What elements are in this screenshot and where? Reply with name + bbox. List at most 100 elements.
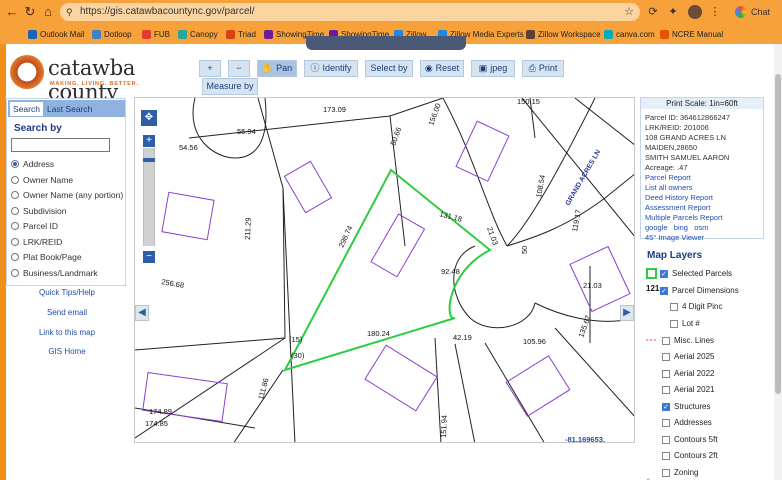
bookmark-item[interactable]: NCRE Manual bbox=[660, 27, 723, 42]
layer-checkbox[interactable] bbox=[660, 285, 668, 299]
map-canvas[interactable]: 173.09 156.00 50.66 55.94 54.56 108.54 1… bbox=[134, 97, 635, 443]
layer-checkbox[interactable] bbox=[670, 303, 678, 311]
layer-aerial-2025[interactable]: Aerial 2025 bbox=[662, 350, 714, 364]
image-viewer-link[interactable]: 45° Image Viewer bbox=[645, 233, 704, 242]
assessment-report-link[interactable]: Assessment Report bbox=[645, 203, 710, 212]
layer-checkbox[interactable] bbox=[662, 401, 670, 415]
radio-selected[interactable] bbox=[11, 160, 19, 168]
zoom-in-button[interactable]: + bbox=[199, 60, 221, 77]
radio[interactable] bbox=[11, 269, 19, 277]
pan-button[interactable]: ✋ Pan bbox=[257, 60, 297, 77]
search-option-subdivision[interactable]: Subdivision bbox=[11, 205, 66, 218]
dimension-labels: 173.09 156.00 50.66 55.94 54.56 108.54 1… bbox=[145, 98, 602, 438]
parcel-map[interactable]: 173.09 156.00 50.66 55.94 54.56 108.54 1… bbox=[135, 98, 635, 443]
map-zoom-in[interactable]: + bbox=[143, 135, 155, 147]
identify-button[interactable]: ⓘ Identify bbox=[304, 60, 358, 77]
page-scrollbar[interactable] bbox=[774, 44, 782, 480]
bookmark-item[interactable]: Dotloop bbox=[92, 27, 132, 42]
layer-contours-5ft[interactable]: Contours 5ft bbox=[662, 433, 718, 447]
layer-checkbox[interactable] bbox=[662, 337, 670, 345]
gis-home-link[interactable]: GIS Home bbox=[6, 347, 128, 356]
layer-checkbox[interactable] bbox=[662, 436, 670, 444]
radio[interactable] bbox=[11, 191, 19, 199]
layer-zoning[interactable]: Zoning bbox=[662, 466, 698, 480]
layer-checkbox[interactable] bbox=[662, 353, 670, 361]
radio[interactable] bbox=[11, 207, 19, 215]
tab-search[interactable]: Search bbox=[10, 102, 43, 116]
zoom-slider[interactable] bbox=[143, 148, 155, 246]
extensions-puzzle-icon[interactable]: ✦ bbox=[666, 5, 680, 19]
deed-history-link[interactable]: Deed History Report bbox=[645, 193, 713, 202]
bookmark-item[interactable]: Canopy bbox=[178, 27, 218, 42]
layer-checkbox[interactable] bbox=[662, 452, 670, 460]
parcel-city: MAIDEN,28650 bbox=[645, 143, 698, 152]
extension-icon[interactable]: ⟳ bbox=[646, 5, 660, 19]
bookmark-star-icon[interactable]: ☆ bbox=[624, 3, 634, 21]
site-info-icon[interactable]: ⚲ bbox=[66, 3, 73, 21]
radio[interactable] bbox=[11, 238, 19, 246]
menu-icon[interactable]: ⋮ bbox=[708, 5, 722, 19]
parcel-report-link[interactable]: Parcel Report bbox=[645, 173, 691, 182]
layer-checkbox[interactable] bbox=[670, 320, 678, 328]
link-to-map-link[interactable]: Link to this map bbox=[6, 328, 128, 337]
bookmark-item[interactable]: Outlook Mail bbox=[28, 27, 84, 42]
layer-misc-lines[interactable]: Misc. Lines bbox=[662, 334, 714, 348]
layer-selected-parcels[interactable]: Selected Parcels bbox=[660, 267, 732, 282]
layer-parcel-dimensions[interactable]: Parcel Dimensions bbox=[660, 284, 739, 299]
search-option-parcel-id[interactable]: Parcel ID bbox=[11, 220, 58, 233]
layer-aerial-2022[interactable]: Aerial 2022 bbox=[662, 367, 714, 381]
search-option-lrk[interactable]: LRK/REID bbox=[11, 236, 62, 249]
scrollbar-thumb[interactable] bbox=[775, 74, 781, 394]
measure-by-button[interactable]: Measure by bbox=[202, 78, 258, 95]
dimension-label: 50.66 bbox=[388, 126, 403, 147]
select-by-button[interactable]: Select by bbox=[365, 60, 413, 77]
bookmark-item[interactable]: Triad bbox=[226, 27, 256, 42]
map-zoom-out[interactable]: − bbox=[143, 251, 155, 263]
radio[interactable] bbox=[11, 222, 19, 230]
layer-lot-number[interactable]: Lot # bbox=[670, 317, 700, 331]
print-button[interactable]: ⎙ Print bbox=[522, 60, 564, 77]
address-bar[interactable]: ⚲ https://gis.catawbacountync.gov/parcel… bbox=[60, 3, 640, 21]
radio[interactable] bbox=[11, 176, 19, 184]
chat-button[interactable]: Chat bbox=[731, 3, 776, 21]
zoom-slider-thumb[interactable] bbox=[143, 158, 155, 162]
layer-aerial-2021[interactable]: Aerial 2021 bbox=[662, 383, 714, 397]
radio[interactable] bbox=[11, 253, 19, 261]
bookmark-item[interactable]: canva.com bbox=[604, 27, 655, 42]
home-icon[interactable]: ⌂ bbox=[40, 4, 56, 20]
layer-checkbox[interactable] bbox=[662, 370, 670, 378]
map-provider-links[interactable]: google bing osm bbox=[645, 223, 708, 232]
reload-icon[interactable]: ↻ bbox=[22, 4, 38, 20]
layer-checkbox[interactable] bbox=[660, 268, 668, 282]
search-option-plat[interactable]: Plat Book/Page bbox=[11, 251, 82, 264]
bookmark-item[interactable]: FUB bbox=[142, 27, 170, 42]
profile-avatar[interactable] bbox=[688, 5, 702, 19]
tab-last-search[interactable]: Last Search bbox=[44, 102, 95, 116]
search-option-address[interactable]: Address bbox=[11, 158, 54, 171]
reset-button[interactable]: ◉ Reset bbox=[420, 60, 464, 77]
layer-checkbox[interactable] bbox=[662, 419, 670, 427]
search-option-owner-any[interactable]: Owner Name (any portion) bbox=[11, 189, 123, 202]
send-email-link[interactable]: Send email bbox=[6, 308, 128, 317]
layer-checkbox[interactable] bbox=[662, 469, 670, 477]
jpeg-label: jpeg bbox=[490, 63, 508, 73]
quick-tips-link[interactable]: Quick Tips/Help bbox=[6, 288, 128, 297]
bookmark-item[interactable]: Zillow Workspace bbox=[526, 27, 601, 42]
search-input[interactable] bbox=[11, 138, 110, 152]
list-owners-link[interactable]: List all owners bbox=[645, 183, 693, 192]
dimension-label: (30) bbox=[291, 351, 305, 360]
jpeg-button[interactable]: ▣ jpeg bbox=[471, 60, 515, 77]
layer-checkbox[interactable] bbox=[662, 386, 670, 394]
layer-structures[interactable]: Structures bbox=[662, 400, 710, 415]
layer-addresses[interactable]: Addresses bbox=[662, 416, 712, 430]
layer-4-digit-pinc[interactable]: 4 Digit Pinc bbox=[670, 300, 722, 314]
layer-contours-2ft[interactable]: Contours 2ft bbox=[662, 449, 718, 463]
pan-left-arrow[interactable]: ◀ bbox=[135, 305, 149, 321]
pan-right-arrow[interactable]: ▶ bbox=[620, 305, 634, 321]
search-option-owner-name[interactable]: Owner Name bbox=[11, 174, 73, 187]
pan-control[interactable]: ✥ bbox=[141, 110, 157, 126]
multiple-parcels-link[interactable]: Multiple Parcels Report bbox=[645, 213, 723, 222]
zoom-out-button[interactable]: − bbox=[228, 60, 250, 77]
back-icon[interactable]: ← bbox=[4, 4, 20, 20]
search-option-business[interactable]: Business/Landmark bbox=[11, 267, 98, 280]
